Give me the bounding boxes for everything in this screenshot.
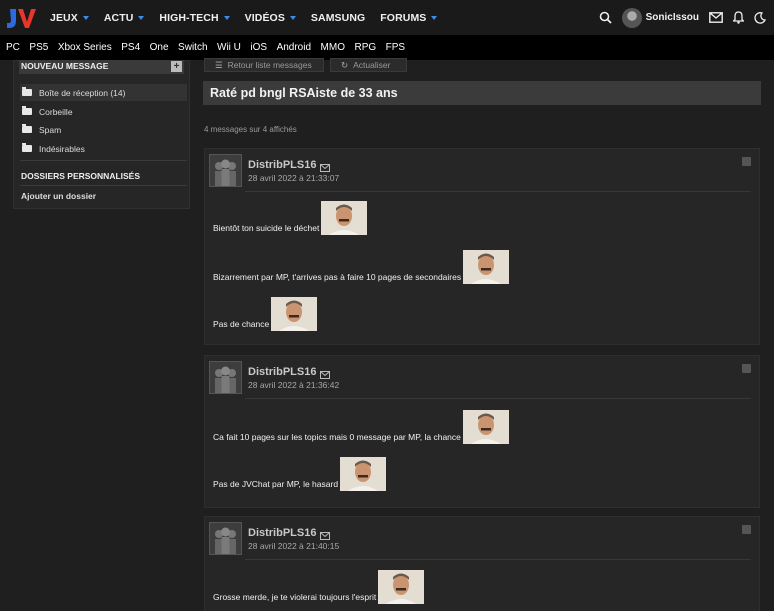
platform-link[interactable]: MMO	[321, 42, 345, 53]
folder-icon	[22, 143, 32, 152]
chevron-down-icon	[223, 15, 230, 20]
folder-icon	[22, 87, 32, 96]
moon-icon[interactable]	[754, 11, 766, 24]
message-line: Bientôt ton suicide le déchet	[213, 201, 368, 235]
thread-title: Raté pd bngl RSAiste de 33 ans	[203, 81, 761, 105]
report-icon[interactable]	[742, 525, 751, 534]
menu-samsung[interactable]: SAMSUNG	[311, 12, 365, 24]
platform-link[interactable]: Android	[277, 42, 311, 53]
folder-icon	[22, 124, 32, 133]
main-menu: JEUX ACTU HIGH-TECH VIDÉOS SAMSUNG FORUM…	[50, 0, 452, 35]
message-line: Grosse merde, je te violerai toujours l'…	[213, 570, 425, 604]
refresh-icon: ↻	[341, 59, 349, 70]
platform-link[interactable]: PS5	[29, 42, 48, 53]
report-icon[interactable]	[742, 157, 751, 166]
sticker-image	[271, 297, 318, 331]
divider	[20, 185, 187, 186]
message-date: 28 avril 2022 à 21:33:07	[248, 173, 340, 183]
platform-link[interactable]: Xbox Series	[58, 42, 112, 53]
chevron-down-icon	[82, 15, 89, 20]
mail-sidebar: NOUVEAU MESSAGE + Boîte de réception (14…	[13, 60, 190, 209]
search-icon[interactable]	[599, 11, 612, 24]
folder-inbox[interactable]: Boîte de réception (14)	[20, 84, 187, 101]
author-name[interactable]: DistribPLS16	[248, 159, 316, 171]
top-nav: JEUX ACTU HIGH-TECH VIDÉOS SAMSUNG FORUM…	[0, 0, 774, 35]
menu-forums[interactable]: FORUMS	[380, 12, 438, 24]
platform-link[interactable]: One	[150, 42, 169, 53]
user-area: SonicIssou	[589, 0, 766, 35]
avatar[interactable]	[621, 7, 642, 28]
jv-logo[interactable]	[4, 5, 38, 31]
username[interactable]: SonicIssou	[646, 12, 699, 23]
message-card: DistribPLS16 28 avril 2022 à 21:36:42 Ca…	[204, 355, 760, 508]
refresh-button[interactable]: ↻ Actualiser	[330, 58, 407, 72]
message-line: Pas de JVChat par MP, le hasard	[213, 457, 387, 491]
folder-icon	[22, 106, 32, 115]
message-count: 4 messages sur 4 affichés	[204, 125, 297, 134]
folder-unwanted[interactable]: Indésirables	[20, 140, 187, 157]
menu-jeux[interactable]: JEUX	[50, 12, 89, 24]
sticker-image	[321, 201, 368, 235]
message-card: DistribPLS16 28 avril 2022 à 21:40:15 Gr…	[204, 516, 760, 611]
divider	[245, 398, 751, 399]
message-line: Ca fait 10 pages sur les topics mais 0 m…	[213, 410, 509, 444]
avatar[interactable]	[209, 522, 242, 555]
sticker-image	[462, 410, 509, 444]
back-to-list-button[interactable]: ☰ Retour liste messages	[204, 58, 324, 72]
menu-actu[interactable]: ACTU	[104, 12, 145, 24]
message-line: Pas de chance	[213, 297, 318, 331]
platform-link[interactable]: Switch	[178, 42, 207, 53]
menu-videos[interactable]: VIDÉOS	[245, 12, 296, 24]
sticker-image	[378, 570, 425, 604]
report-icon[interactable]	[742, 364, 751, 373]
add-folder-link[interactable]: Ajouter un dossier	[21, 191, 96, 201]
folder-trash[interactable]: Corbeille	[20, 103, 187, 120]
sticker-image	[463, 250, 510, 284]
platform-link[interactable]: Wii U	[217, 42, 241, 53]
chevron-down-icon	[289, 15, 296, 20]
sticker-image	[340, 457, 387, 491]
plus-icon: +	[171, 61, 182, 72]
list-icon: ☰	[215, 59, 223, 70]
divider	[245, 559, 751, 560]
platform-link[interactable]: RPG	[354, 42, 376, 53]
avatar[interactable]	[209, 154, 242, 187]
mail-icon[interactable]	[709, 12, 723, 23]
custom-folders-title: DOSSIERS PERSONNALISÉS	[21, 171, 141, 181]
platform-link[interactable]: FPS	[386, 42, 405, 53]
author-name[interactable]: DistribPLS16	[248, 366, 316, 378]
message-date: 28 avril 2022 à 21:40:15	[248, 541, 340, 551]
avatar[interactable]	[209, 361, 242, 394]
message-date: 28 avril 2022 à 21:36:42	[248, 380, 340, 390]
message-line: Bizarrement par MP, t'arrives pas à fair…	[213, 250, 510, 284]
menu-high-tech[interactable]: HIGH-TECH	[159, 12, 230, 24]
new-message-button[interactable]: NOUVEAU MESSAGE +	[19, 60, 184, 74]
folder-spam[interactable]: Spam	[20, 121, 187, 138]
chevron-down-icon	[138, 15, 145, 20]
message-card: DistribPLS16 28 avril 2022 à 21:33:07 Bi…	[204, 148, 760, 345]
author-name[interactable]: DistribPLS16	[248, 527, 316, 539]
divider	[245, 191, 751, 192]
platform-link[interactable]: PS4	[121, 42, 140, 53]
platform-link[interactable]: PC	[6, 42, 20, 53]
bell-icon[interactable]	[733, 11, 744, 24]
divider	[20, 160, 187, 161]
chevron-down-icon	[431, 15, 438, 20]
platform-bar: PC PS5 Xbox Series PS4 One Switch Wii U …	[0, 35, 774, 60]
platform-link[interactable]: iOS	[250, 42, 267, 53]
